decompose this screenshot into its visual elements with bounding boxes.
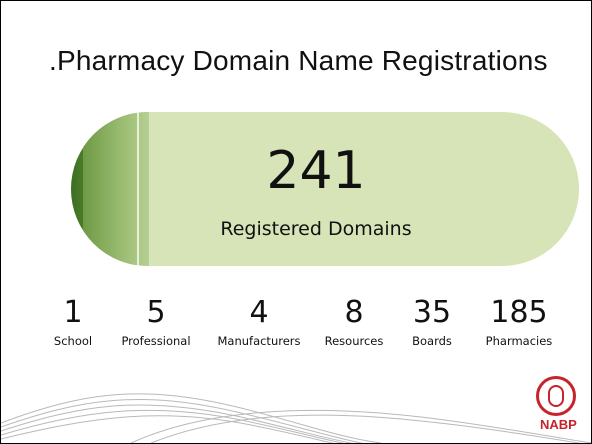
stat-manufacturers: 4 Manufacturers bbox=[207, 295, 311, 349]
stat-label: Pharmacies bbox=[485, 334, 553, 348]
stat-value: 35 bbox=[412, 295, 452, 330]
total-value: 241 bbox=[266, 141, 366, 201]
stat-value: 8 bbox=[344, 295, 364, 330]
decorative-swoosh bbox=[1, 393, 591, 443]
stat-value: 185 bbox=[490, 295, 548, 330]
stat-label: School bbox=[53, 334, 93, 348]
stat-label: Boards bbox=[412, 334, 452, 348]
stat-value: 4 bbox=[249, 295, 269, 330]
stat-label: Resources bbox=[324, 334, 384, 348]
stat-label: Professional bbox=[121, 334, 191, 348]
stat-pharmacies: 185 Pharmacies bbox=[473, 295, 565, 349]
nabp-seal-icon bbox=[536, 376, 576, 416]
swoosh-line bbox=[130, 409, 591, 443]
stat-boards: 35 Boards bbox=[403, 295, 461, 349]
nabp-logo: NABP bbox=[540, 417, 577, 432]
swoosh-line bbox=[1, 415, 335, 443]
slide: .Pharmacy Domain Name Registrations 241 … bbox=[0, 0, 592, 444]
stat-resources: 8 Resources bbox=[317, 295, 391, 349]
total-label: Registered Domains bbox=[220, 218, 412, 240]
slide-title: .Pharmacy Domain Name Registrations bbox=[49, 45, 548, 76]
seal-emblem bbox=[548, 385, 564, 407]
swoosh-line bbox=[1, 393, 382, 443]
stat-school: 1 School bbox=[49, 295, 97, 349]
stat-label: Manufacturers bbox=[217, 334, 301, 348]
stat-value: 5 bbox=[146, 295, 166, 330]
stat-value: 1 bbox=[63, 295, 83, 330]
stat-professional: 5 Professional bbox=[113, 295, 199, 349]
